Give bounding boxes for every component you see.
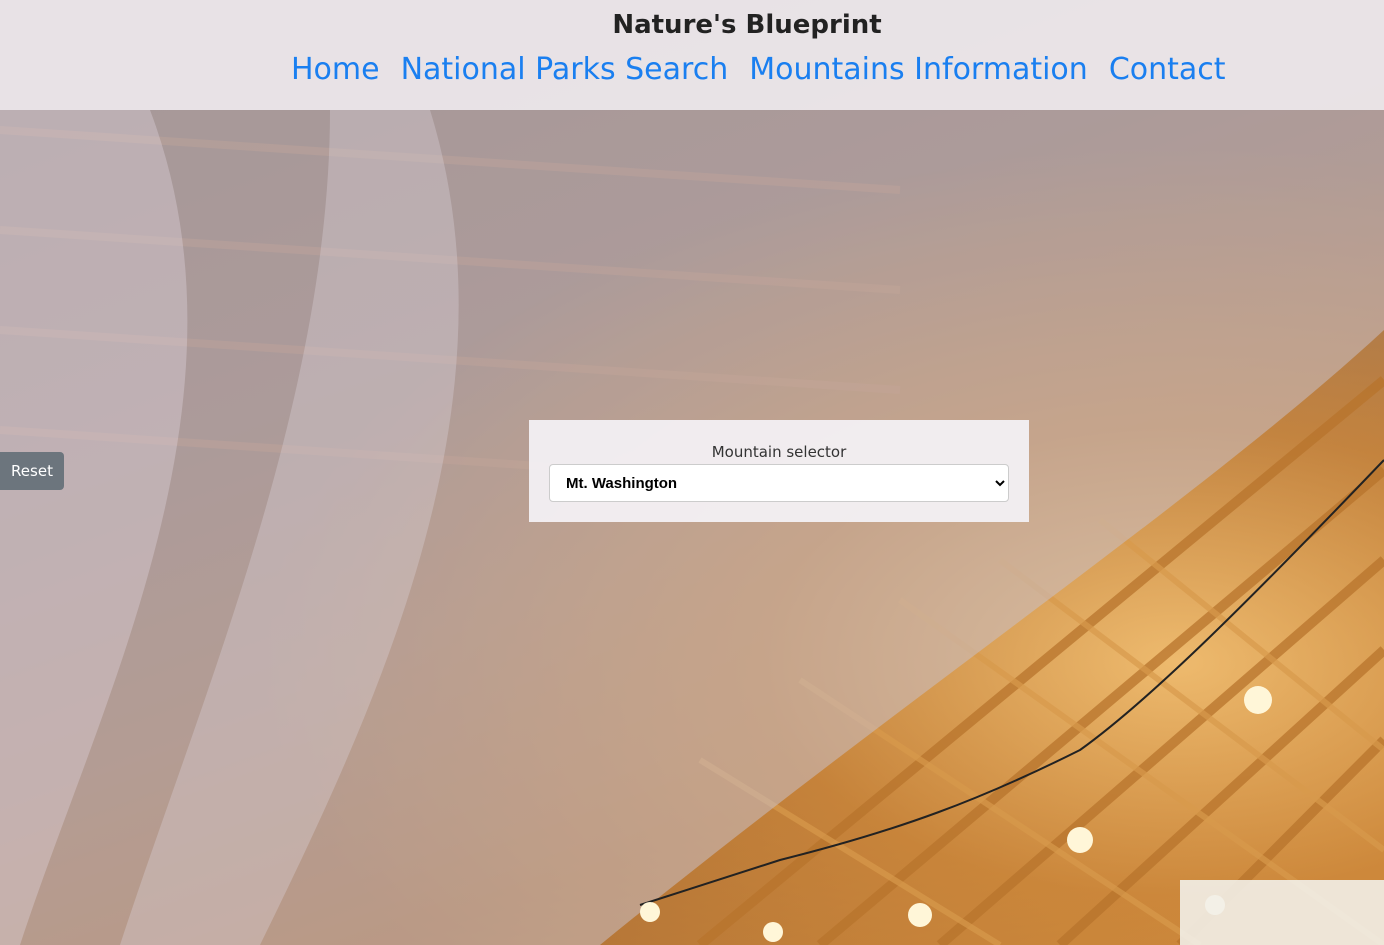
nav-link-home[interactable]: Home [291,52,380,87]
page: Nature's Blueprint Home National Parks S… [0,0,1384,945]
reset-button[interactable]: Reset [0,452,64,490]
mountain-select[interactable]: Mt. Washington [549,464,1009,502]
site-title: Nature's Blueprint [612,10,882,40]
nav-link-contact[interactable]: Contact [1109,52,1226,87]
mountain-selector-panel: Mountain selector Mt. Washington [529,420,1029,522]
nav-link-national-parks-search[interactable]: National Parks Search [401,52,729,87]
nav-link-mountains-information[interactable]: Mountains Information [749,52,1088,87]
mountain-selector-label: Mountain selector [711,443,847,461]
site-header: Nature's Blueprint Home National Parks S… [0,0,1384,110]
main-nav: Home National Parks Search Mountains Inf… [291,52,1226,87]
